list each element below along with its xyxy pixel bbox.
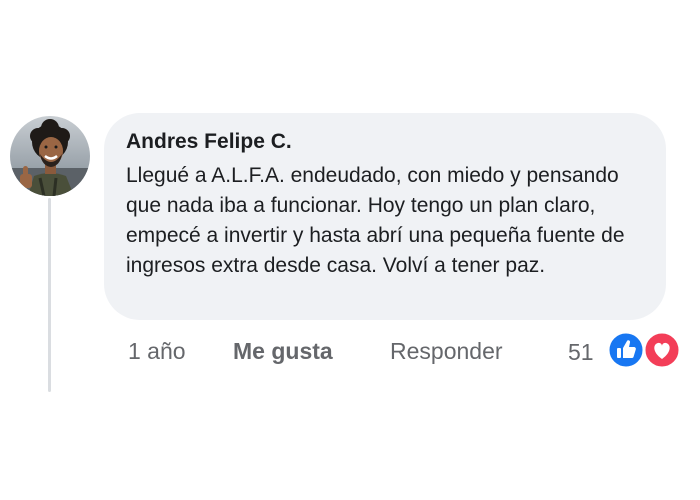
thread-line: [48, 198, 51, 392]
like-button[interactable]: Me gusta: [233, 336, 333, 366]
avatar[interactable]: [10, 116, 90, 196]
reply-button[interactable]: Responder: [390, 336, 503, 366]
comment-text: Llegué a A.L.F.A. endeudado, con miedo y…: [126, 164, 625, 277]
thumbs-up-icon: [606, 330, 646, 370]
comment-bubble: Andres Felipe C. Llegué a A.L.F.A. endeu…: [104, 113, 666, 320]
heart-icon: [642, 330, 682, 370]
reactions-summary[interactable]: 51: [566, 330, 686, 372]
reaction-count: 51: [568, 339, 594, 365]
comment-timestamp[interactable]: 1 año: [128, 336, 186, 366]
avatar-image: [10, 116, 90, 196]
comment-author[interactable]: Andres Felipe C.: [126, 129, 646, 155]
